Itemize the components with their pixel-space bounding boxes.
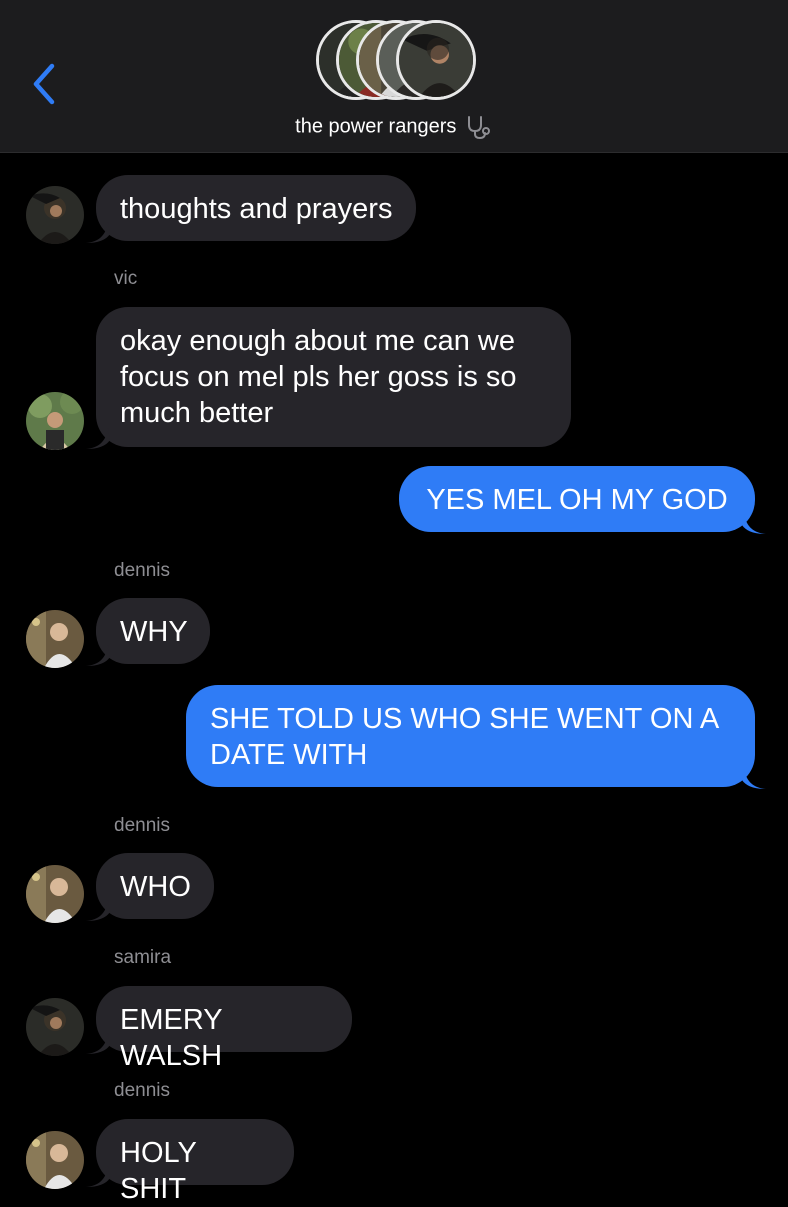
avatar-vic[interactable] <box>26 392 84 450</box>
avatar-dennis[interactable] <box>26 1131 84 1189</box>
avatar-dennis[interactable] <box>26 610 84 668</box>
message-bubble-outgoing[interactable]: YES MEL OH MY GOD <box>399 466 755 532</box>
sender-name: dennis <box>114 815 170 836</box>
group-title[interactable]: the power rangers <box>0 114 788 140</box>
message-bubble[interactable]: WHO <box>96 853 214 919</box>
bubble-tail <box>86 900 110 921</box>
avatar-samira[interactable] <box>26 186 84 244</box>
bubble-tail-outgoing <box>742 768 766 789</box>
avatar-dennis[interactable] <box>26 865 84 923</box>
bubble-tail <box>86 428 110 449</box>
chevron-left-icon[interactable] <box>30 62 60 106</box>
sender-name: vic <box>114 268 138 289</box>
avatar-samira[interactable] <box>26 998 84 1056</box>
message-bubble[interactable]: okay enough about me can we focus on mel… <box>96 307 571 447</box>
sender-name: dennis <box>114 560 170 581</box>
message-thread[interactable]: samira thoughts and prayers vic okay eno… <box>0 0 788 1205</box>
message-bubble-outgoing[interactable]: SHE TOLD US WHO SHE WENT ON A DATE WITH <box>186 685 755 787</box>
bubble-tail <box>86 1166 110 1187</box>
bubble-tail <box>86 645 110 666</box>
group-member-avatar <box>396 20 476 100</box>
message-bubble[interactable]: EMERY WALSH <box>96 986 352 1072</box>
sender-name: dennis <box>114 1080 170 1101</box>
message-bubble[interactable]: HOLY SHIT <box>96 1119 294 1205</box>
bubble-tail <box>86 1033 110 1054</box>
message-bubble[interactable]: thoughts and prayers <box>96 175 417 241</box>
sender-name: samira <box>114 947 172 968</box>
message-bubble[interactable]: WHY <box>96 598 210 664</box>
bubble-tail-outgoing <box>742 513 766 534</box>
bubble-tail <box>86 222 110 243</box>
group-avatar-stack[interactable] <box>314 20 476 104</box>
group-title-text: the power rangers <box>295 115 457 138</box>
conversation-header: the power rangers <box>0 0 788 153</box>
stethoscope-icon <box>467 116 490 140</box>
